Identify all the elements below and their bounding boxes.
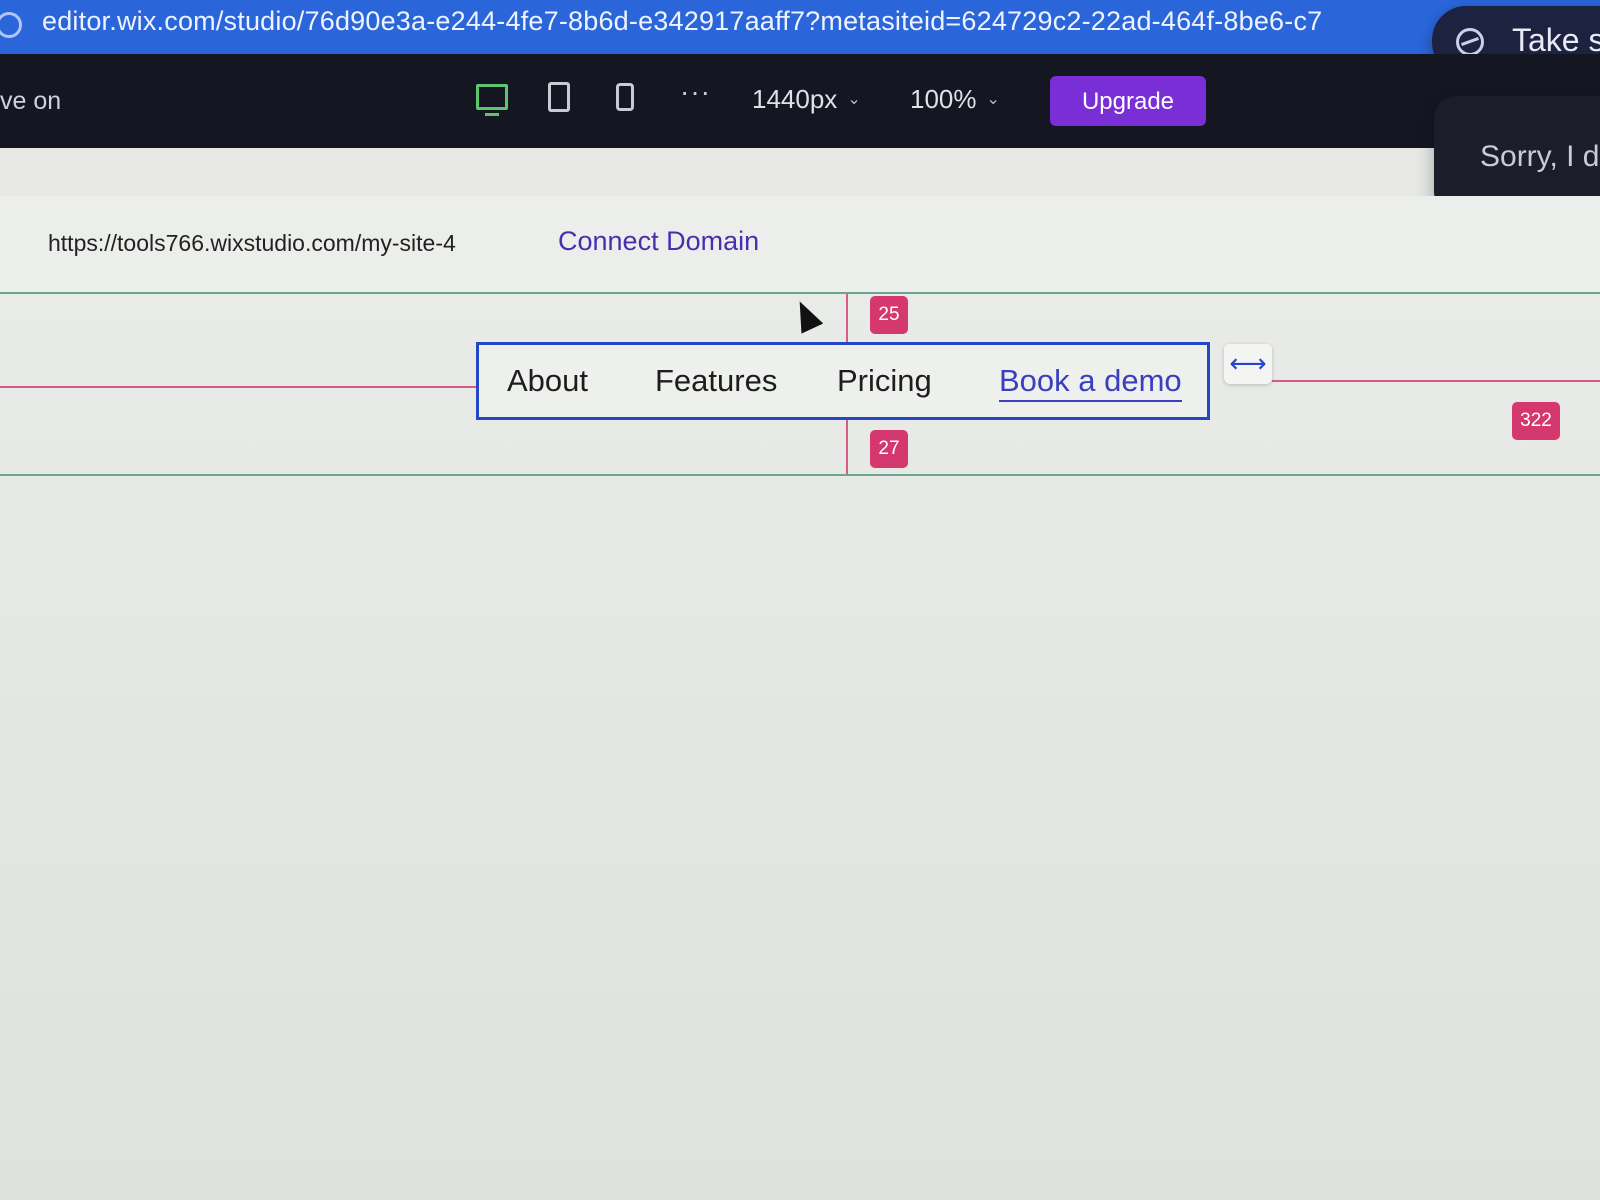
- screenshot-icon: [1456, 28, 1484, 56]
- menu-item-features[interactable]: Features: [655, 363, 777, 399]
- editor-canvas[interactable]: [0, 292, 1600, 1200]
- upgrade-button[interactable]: Upgrade: [1050, 76, 1206, 126]
- spacing-badge-top: 25: [870, 296, 908, 334]
- chevron-down-icon: ⌄: [986, 91, 1000, 108]
- stretch-handle-icon[interactable]: ⟷: [1224, 344, 1272, 384]
- menu-item-book-a-demo[interactable]: Book a demo: [999, 363, 1182, 402]
- spacing-guide-bottom-vertical: [846, 420, 848, 474]
- menu-item-pricing[interactable]: Pricing: [837, 363, 932, 399]
- spacing-guide-right: [1272, 380, 1600, 382]
- menu-item-about[interactable]: About: [507, 363, 588, 399]
- toolbar-left-label[interactable]: ve on: [0, 87, 61, 116]
- chat-text: Sorry, I d: [1480, 140, 1600, 173]
- browser-address-bar[interactable]: editor.wix.com/studio/76d90e3a-e244-4fe7…: [0, 0, 1600, 54]
- spacing-badge-right: 322: [1512, 402, 1560, 440]
- zoom-value: 100%: [910, 84, 977, 114]
- link-icon: [0, 12, 22, 38]
- section-guide-bottom: [0, 474, 1600, 476]
- chevron-down-icon: ⌄: [847, 91, 861, 108]
- spacing-badge-bottom: 27: [870, 430, 908, 468]
- more-icon[interactable]: ···: [680, 76, 711, 108]
- spacing-guide-top-vertical: [846, 294, 848, 342]
- width-value: 1440px: [752, 84, 838, 114]
- browser-url[interactable]: editor.wix.com/studio/76d90e3a-e244-4fe7…: [42, 6, 1322, 37]
- spacing-guide-left: [0, 386, 476, 388]
- desktop-icon[interactable]: [476, 84, 508, 116]
- site-url: https://tools766.wixstudio.com/my-site-4: [48, 230, 456, 256]
- mobile-icon[interactable]: [616, 83, 634, 111]
- section-guide-top: [0, 292, 1600, 294]
- tablet-icon[interactable]: [548, 82, 570, 112]
- zoom-dropdown[interactable]: 100% ⌄: [910, 84, 1000, 115]
- site-url-bar: https://tools766.wixstudio.com/my-site-4…: [0, 196, 1600, 292]
- editor-toolbar: ve on ··· 1440px ⌄ 100% ⌄ Upgrade: [0, 54, 1600, 148]
- width-dropdown[interactable]: 1440px ⌄: [752, 84, 861, 115]
- horizontal-menu[interactable]: About Features Pricing Book a demo: [476, 342, 1210, 420]
- connect-domain-link[interactable]: Connect Domain: [558, 226, 759, 257]
